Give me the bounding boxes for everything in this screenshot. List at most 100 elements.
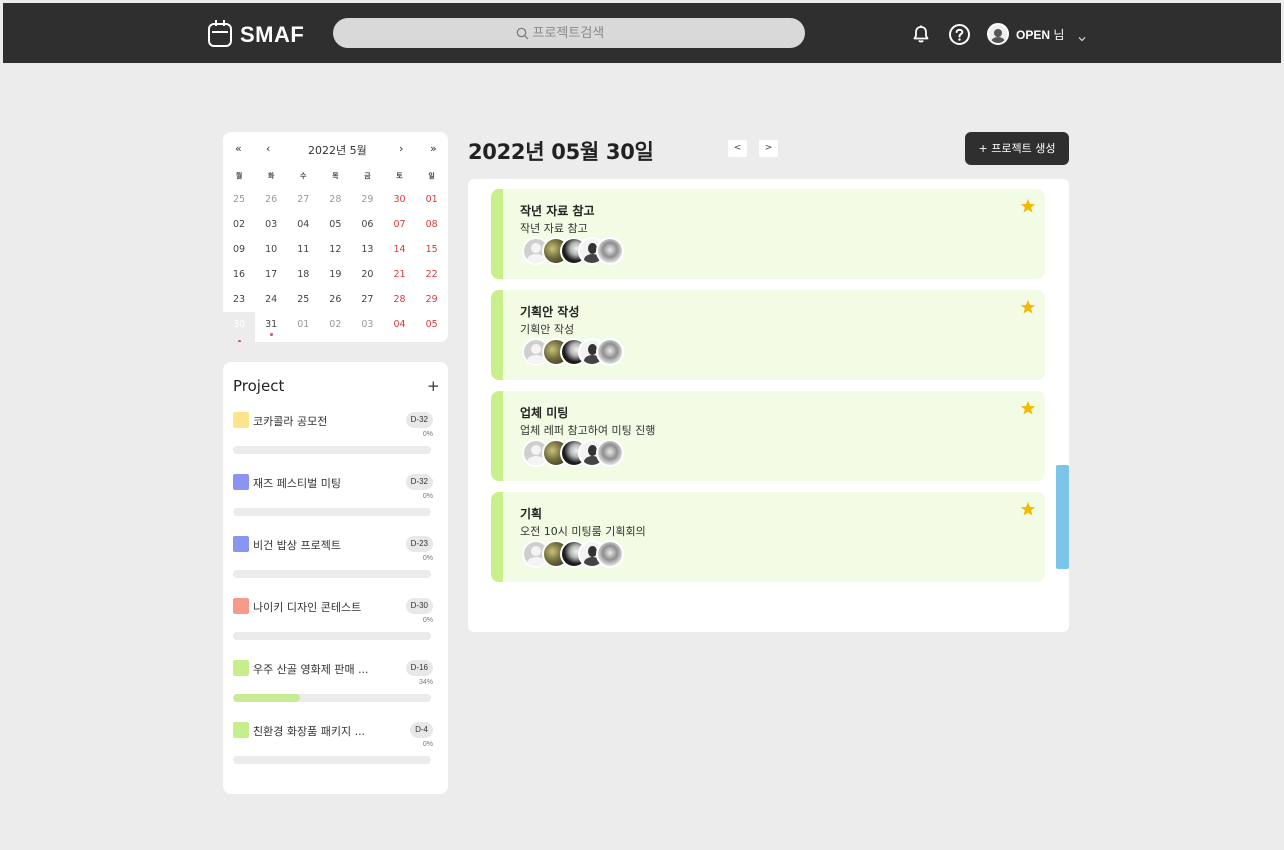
calendar-day[interactable]: 28 [319, 194, 351, 206]
next-year-button[interactable]: » [430, 142, 437, 155]
calendar-day[interactable]: 12 [319, 244, 351, 256]
calendar-day[interactable]: 16 [223, 269, 255, 281]
calendar-day[interactable]: 11 [287, 244, 319, 256]
member-avatar[interactable] [596, 439, 624, 467]
calendar-day[interactable]: 21 [383, 269, 415, 281]
calendar-grid: 월 화 수 목 금 토 일 25 26 27 28 29 30 01 02 03… [223, 170, 448, 342]
notification-bell-icon[interactable] [911, 24, 931, 44]
prev-year-button[interactable]: « [235, 142, 242, 155]
project-item[interactable]: 우주 산골 영화제 판매 ... D-16 34% [233, 660, 433, 710]
help-icon[interactable] [948, 23, 971, 46]
calendar-day[interactable]: 26 [319, 294, 351, 306]
calendar-day[interactable]: 02 [319, 319, 351, 331]
project-item[interactable]: 친환경 화장품 패키지 ... D-4 0% [233, 722, 433, 772]
calendar-day[interactable]: 29 [416, 294, 448, 306]
weekday-label: 월 [235, 172, 243, 180]
calendar-day[interactable]: 29 [351, 194, 383, 206]
scrollbar-thumb[interactable] [1056, 465, 1069, 569]
user-menu[interactable]: OPEN 님 [987, 23, 1087, 45]
calendar-day[interactable]: 25 [287, 294, 319, 306]
calendar-day-selected[interactable]: 30 [223, 312, 256, 342]
calendar-day[interactable]: 03 [351, 319, 383, 331]
calendar-day[interactable]: 20 [351, 269, 383, 281]
project-name: 나이키 디자인 콘테스트 [253, 601, 362, 614]
project-name: 코카콜라 공모전 [253, 415, 328, 428]
task-card[interactable]: 업체 미팅 업체 레퍼 참고하여 미팅 진행 [491, 391, 1045, 481]
selected-date-title: 2022년 05월 30일 [468, 140, 654, 164]
logo[interactable]: SMAF [208, 20, 305, 48]
calendar-day[interactable]: 22 [416, 269, 448, 281]
project-panel-title: Project [233, 377, 285, 395]
member-avatar[interactable] [596, 338, 624, 366]
calendar-day[interactable]: 28 [383, 294, 415, 306]
calendar-day[interactable]: 15 [416, 244, 448, 256]
calendar-day[interactable]: 27 [351, 294, 383, 306]
calendar-day[interactable]: 14 [383, 244, 415, 256]
calendar-day[interactable]: 17 [255, 269, 287, 281]
project-progress-bar [233, 694, 431, 702]
calendar-day[interactable]: 30 [383, 194, 415, 206]
project-item[interactable]: 코카콜라 공모전 D-32 0% [233, 412, 433, 462]
calendar-day[interactable]: 27 [287, 194, 319, 206]
event-dot [269, 333, 273, 336]
calendar-day[interactable]: 06 [351, 219, 383, 231]
member-avatar[interactable] [596, 540, 624, 568]
task-card[interactable]: 작년 자료 참고 작년 자료 참고 [491, 189, 1045, 279]
star-icon[interactable] [1020, 299, 1036, 315]
calendar-day[interactable]: 02 [223, 219, 255, 231]
calendar-day[interactable]: 19 [319, 269, 351, 281]
calendar-day[interactable]: 04 [383, 319, 415, 331]
calendar-month-title: 2022년 5월 [308, 144, 367, 157]
mini-calendar: « ‹ 2022년 5월 › » 월 화 수 목 금 토 일 25 26 27 … [223, 132, 448, 342]
chevron-down-icon[interactable] [1077, 29, 1087, 42]
calendar-week: 23 24 25 26 27 28 29 [223, 294, 448, 319]
calendar-day[interactable]: 26 [255, 194, 287, 206]
calendar-day[interactable]: 05 [416, 319, 448, 331]
calendar-week: 16 17 18 19 20 21 22 [223, 269, 448, 294]
calendar-day[interactable]: 08 [416, 219, 448, 231]
member-avatar[interactable] [596, 237, 624, 265]
calendar-day[interactable]: 04 [287, 219, 319, 231]
logo-text: SMAF [240, 22, 305, 47]
prev-month-button[interactable]: ‹ [266, 142, 270, 155]
event-dot [237, 340, 241, 342]
calendar-day[interactable]: 31 [255, 319, 287, 336]
calendar-day[interactable]: 10 [255, 244, 287, 256]
calendar-day[interactable]: 05 [319, 219, 351, 231]
calendar-day[interactable]: 24 [255, 294, 287, 306]
next-month-button[interactable]: › [399, 142, 403, 155]
calendar-day[interactable]: 01 [416, 194, 448, 206]
calendar-day[interactable]: 18 [287, 269, 319, 281]
task-title: 기획 [520, 507, 543, 521]
calendar-week: 25 26 27 28 29 30 01 [223, 194, 448, 219]
calendar-day[interactable]: 23 [223, 294, 255, 306]
task-card[interactable]: 기획 오전 10시 미팅룸 기획회의 [491, 492, 1045, 582]
project-item[interactable]: 재즈 페스티벌 미팅 D-32 0% [233, 474, 433, 524]
weekday-label: 금 [364, 172, 371, 180]
project-color-swatch [233, 660, 249, 676]
star-icon[interactable] [1020, 400, 1036, 416]
calendar-day[interactable]: 03 [255, 219, 287, 231]
create-project-button[interactable]: + 프로젝트 생성 [965, 132, 1069, 165]
search-bar[interactable] [333, 18, 805, 48]
calendar-day[interactable]: 07 [383, 219, 415, 231]
project-progress-label: 34% [418, 679, 433, 686]
calendar-day[interactable]: 25 [223, 194, 255, 206]
next-day-button[interactable]: > [759, 140, 778, 157]
star-icon[interactable] [1020, 198, 1036, 214]
calendar-day[interactable]: 01 [287, 319, 319, 331]
star-icon[interactable] [1020, 501, 1036, 517]
calendar-day[interactable]: 09 [223, 244, 255, 256]
calendar-logo-icon [208, 20, 232, 47]
project-item[interactable]: 나이키 디자인 콘테스트 D-30 0% [233, 598, 433, 648]
search-input[interactable] [532, 25, 623, 41]
task-card[interactable]: 기획안 작성 기획안 작성 [491, 290, 1045, 380]
project-dday-badge: D-30 [405, 598, 433, 614]
calendar-day[interactable]: 13 [351, 244, 383, 256]
project-color-swatch [233, 598, 249, 614]
project-item[interactable]: 비건 밥상 프로젝트 D-23 0% [233, 536, 433, 586]
project-dday-badge: D-23 [405, 536, 433, 552]
add-project-button[interactable]: + [427, 377, 440, 395]
prev-day-button[interactable]: < [728, 140, 747, 157]
search-icon [516, 27, 529, 40]
